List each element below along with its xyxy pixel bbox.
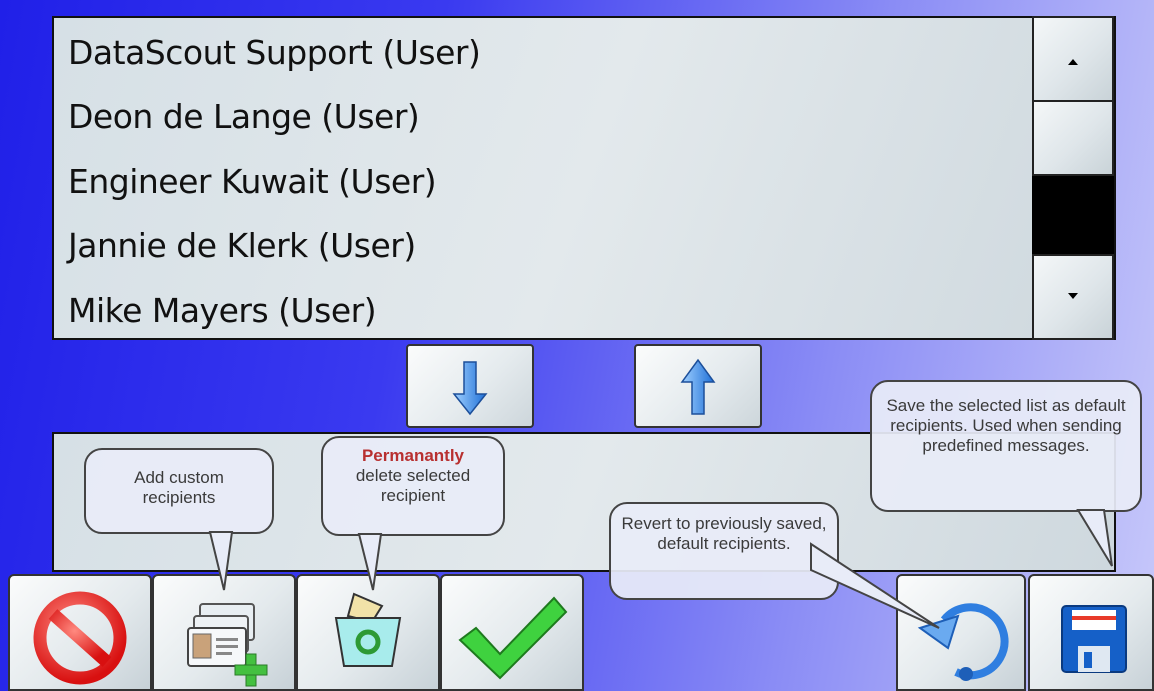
cancel-button[interactable]	[8, 574, 152, 691]
scroll-up-button[interactable]	[1032, 16, 1114, 102]
triangle-down-icon	[1068, 293, 1078, 299]
tooltip-pointer	[208, 531, 234, 591]
list-item[interactable]: Engineer Kuwait (User)	[68, 151, 437, 213]
scrollbar-track[interactable]	[1032, 102, 1114, 176]
no-entry-icon	[33, 591, 127, 685]
triangle-up-icon	[1068, 59, 1078, 65]
recipient-list[interactable]: DataScout Support (User) Deon de Lange (…	[52, 16, 1116, 340]
arrow-up-icon	[680, 358, 716, 415]
list-item[interactable]: Jannie de Klerk (User)	[68, 215, 416, 277]
confirm-button[interactable]	[440, 574, 584, 691]
tooltip-text: Save the selected list as default recipi…	[886, 396, 1126, 455]
list-item[interactable]: Mike Mayers (User)	[68, 280, 377, 342]
save-default-button[interactable]	[1028, 574, 1154, 691]
checkmark-icon	[458, 596, 568, 680]
tooltip-pointer	[810, 542, 940, 629]
move-down-button[interactable]	[406, 344, 534, 428]
tooltip-emphasis-text: Permanantly	[361, 446, 465, 465]
add-recipients-tooltip: Add custom recipients	[84, 448, 274, 591]
scrollbar-thumb[interactable]	[1032, 176, 1114, 254]
tooltip-pointer	[1076, 509, 1113, 567]
delete-recipient-tooltip: Permanantly delete selected recipient	[321, 436, 505, 591]
tooltip-pointer	[357, 533, 383, 591]
list-item[interactable]: DataScout Support (User)	[68, 22, 481, 84]
floppy-disk-icon	[1061, 605, 1127, 673]
revert-tooltip: Revert to previously saved, default reci…	[609, 502, 940, 629]
scroll-down-button[interactable]	[1032, 254, 1114, 340]
arrow-down-icon	[452, 361, 488, 416]
save-default-tooltip: Save the selected list as default recipi…	[870, 380, 1142, 567]
list-item[interactable]: Deon de Lange (User)	[68, 86, 420, 148]
tooltip-text: delete selected recipient	[355, 466, 471, 505]
tooltip-text: Revert to previously saved, default reci…	[621, 514, 827, 553]
move-up-button[interactable]	[634, 344, 762, 428]
tooltip-text: Add custom recipients	[134, 468, 224, 507]
